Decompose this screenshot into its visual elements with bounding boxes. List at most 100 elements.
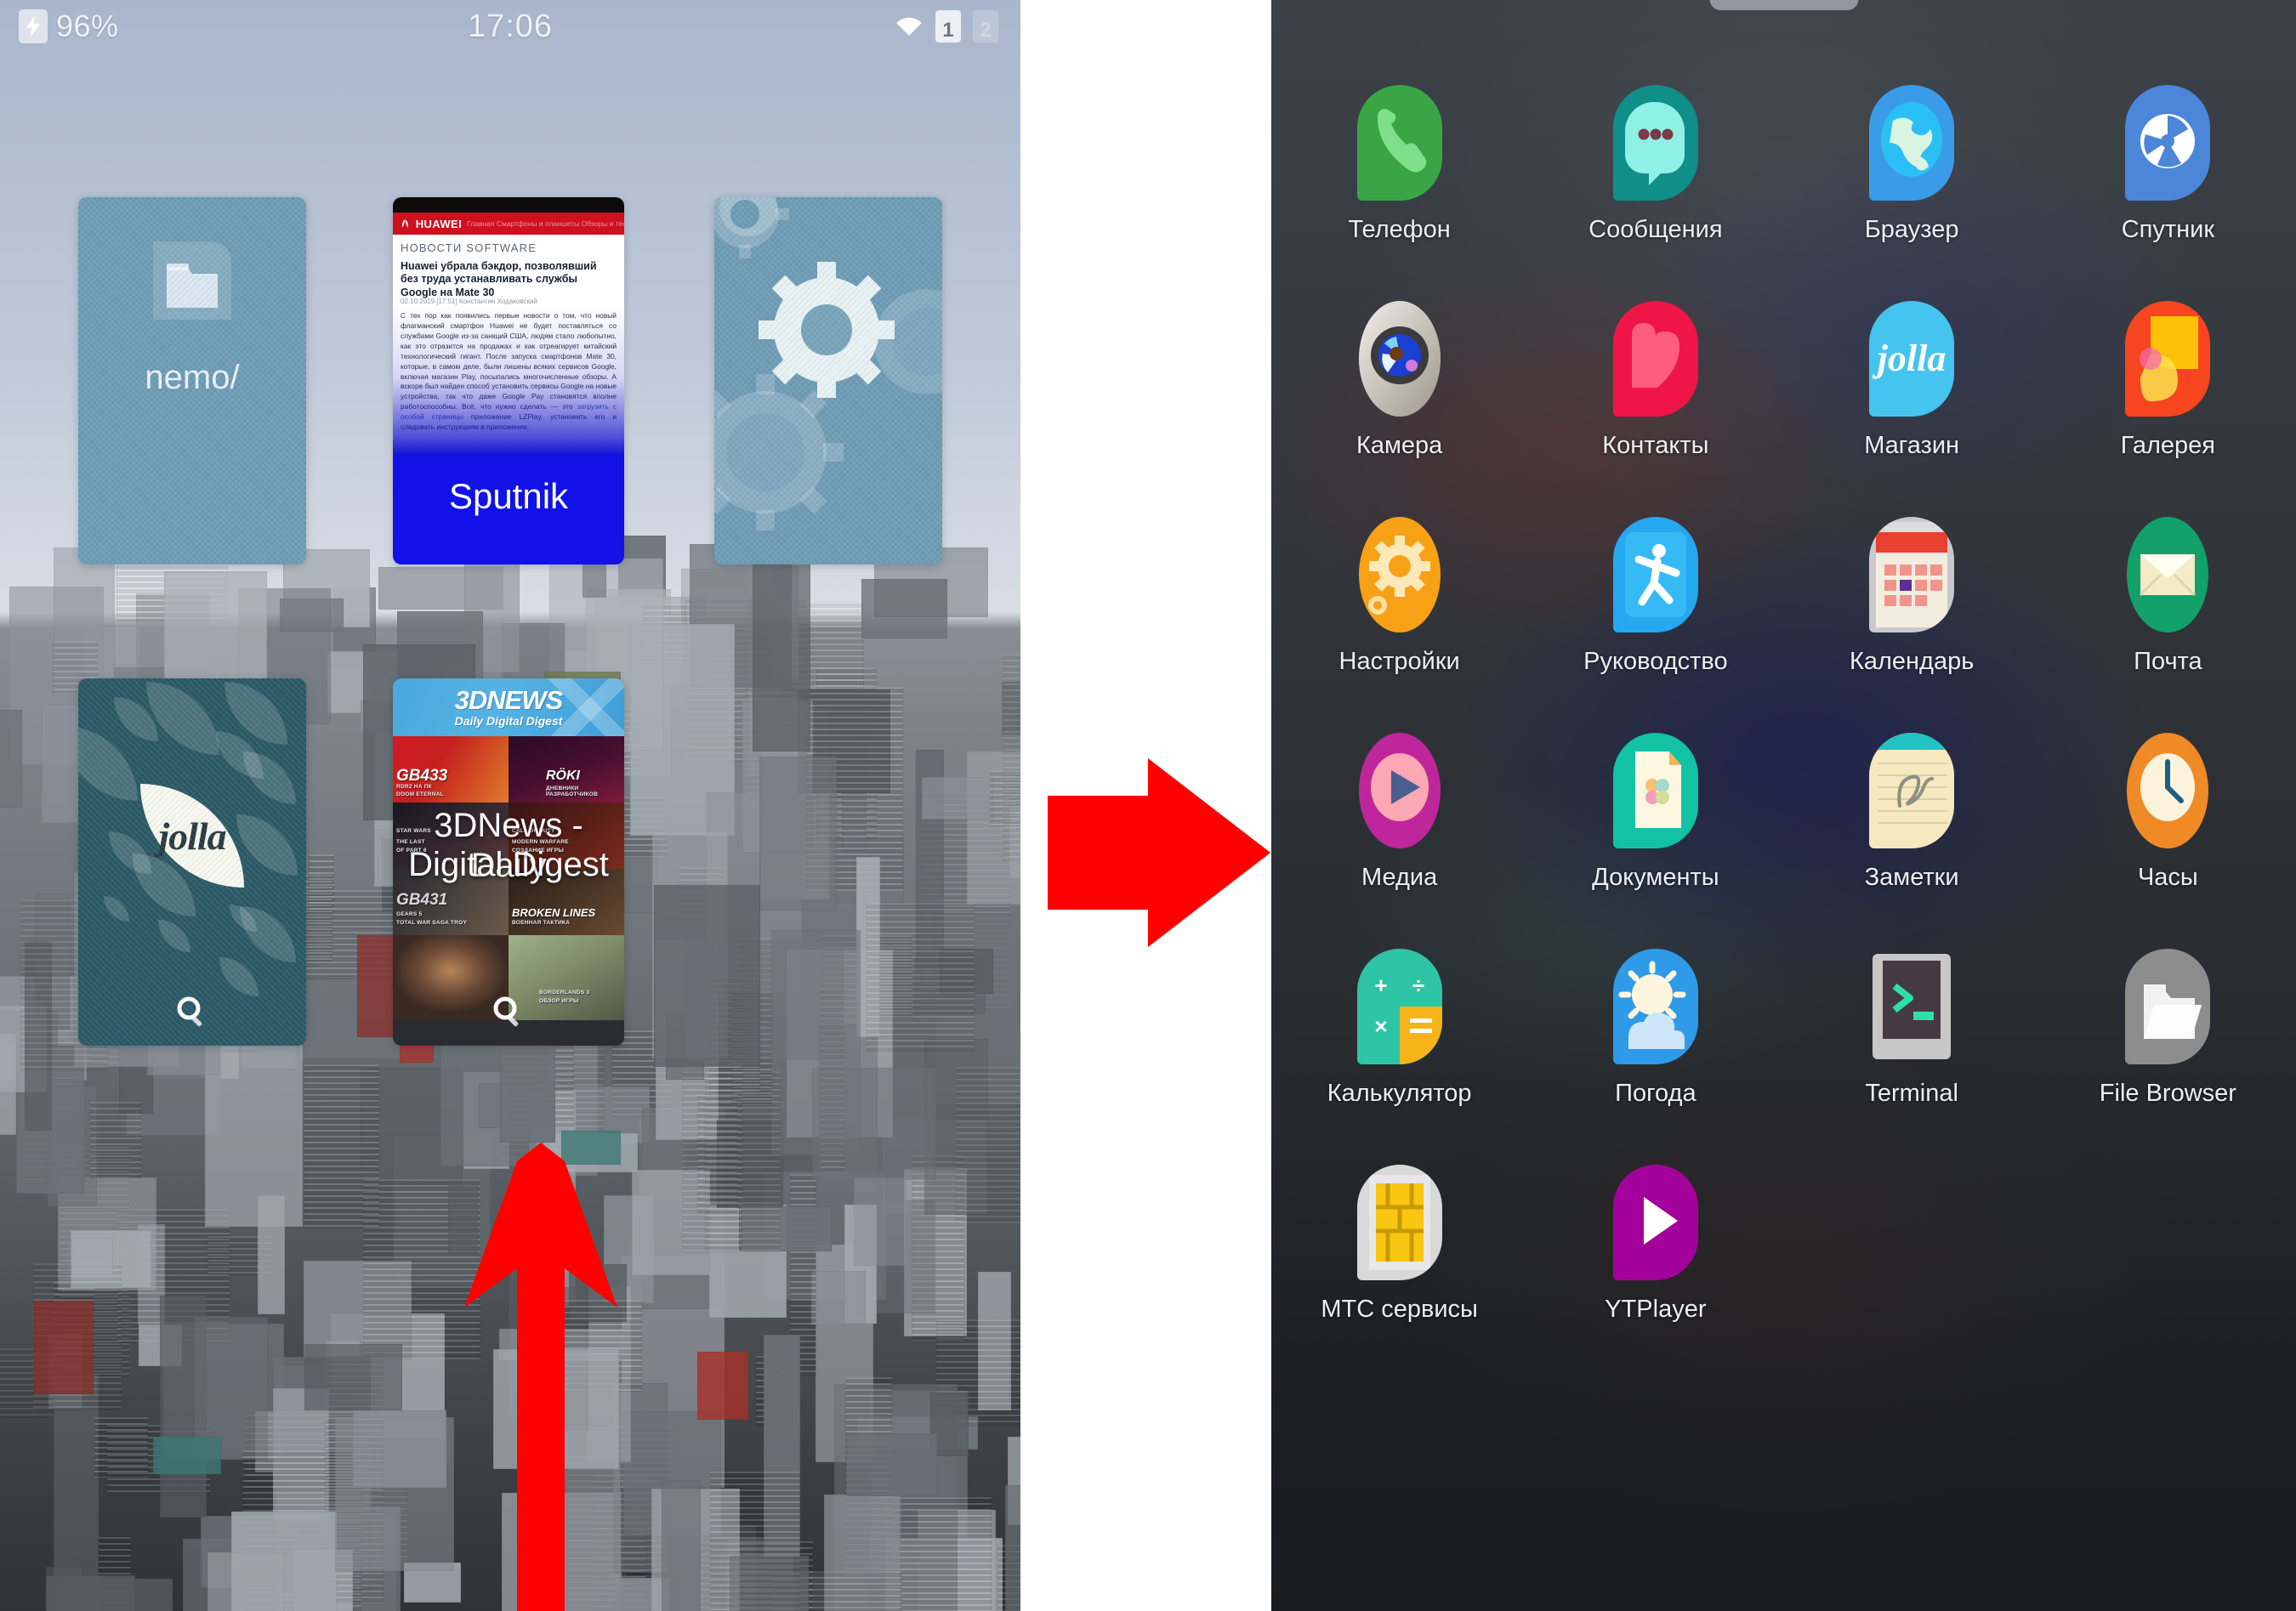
app-icon-sim-card[interactable]: МТС сервисы [1271,1161,1527,1324]
building-signage [34,1301,94,1394]
app-label: Браузер [1864,216,1959,243]
app-grid: Телефон Сообщения Браузер Спутник Камера [1271,82,2296,1324]
building-block [334,1417,455,1572]
app-icon-gear[interactable]: Настройки [1271,513,1527,676]
building-block [304,1343,402,1410]
wifi-icon [896,17,922,36]
app-icon-play-circle[interactable]: Медиа [1271,729,1527,892]
app-icon-sun-cloud[interactable]: Погода [1527,945,1783,1108]
play-triangle-icon [1612,1165,1698,1280]
app-label: File Browser [2099,1080,2236,1107]
app-icon-play-triangle[interactable]: YTPlayer [1527,1161,1783,1324]
gear-icon [1358,517,1441,632]
app-icon-running-person[interactable]: Руководство [1527,513,1783,676]
terminal-prompt-icon [1873,954,1952,1059]
app-icon-heart[interactable]: Контакты [1527,298,1783,460]
building-block [46,1574,135,1611]
sputnik-browser-cover[interactable]: HUAWEI Главная Смартфоны и планшеты Обзо… [393,197,624,564]
app-icon-folder-open[interactable]: File Browser [2040,945,2296,1108]
gallery-leaf-icon [2125,301,2211,417]
app-label: Погода [1615,1080,1696,1107]
building-block [752,545,810,752]
cover-label: nemo/ [145,359,240,396]
app-icon-art [1605,1161,1706,1284]
app-label: Магазин [1864,432,1960,459]
file-manager-cover[interactable]: nemo/ [78,197,306,564]
app-label: Почта [2134,648,2202,675]
app-icon-art [1861,82,1962,204]
building-block [48,1085,97,1207]
app-icon-envelope[interactable]: Почта [2040,513,2296,676]
building-block [94,1417,149,1478]
app-icon-phone-handset[interactable]: Телефон [1271,82,1527,244]
pull-down-handle[interactable] [1709,0,1858,10]
svg-text:jolla: jolla [1873,338,1946,379]
app-icon-calendar[interactable]: Календарь [1784,513,2040,676]
settings-cover[interactable] [714,197,942,564]
app-label: Календарь [1849,648,1975,675]
app-icon-art [1605,729,1706,852]
app-icon-jolla-store[interactable]: jolla Магазин [1784,298,2040,460]
app-icon-chat-bubble[interactable]: Сообщения [1527,82,1783,244]
app-label: Галерея [2120,432,2215,459]
app-icon-art [1861,513,1962,636]
app-label: Документы [1592,864,1719,891]
sputnik-logo-icon [2125,85,2211,201]
folder-icon [153,241,231,320]
gears-icon [714,197,942,530]
building-block [989,770,1020,826]
app-icon-camera-lens[interactable]: Камера [1271,298,1527,460]
cover-fade-overlay [393,304,624,457]
building-block [90,1102,142,1181]
app-icon-art [1605,513,1706,636]
app-icon-document[interactable]: Документы [1527,729,1783,892]
app-label: Калькулятор [1327,1080,1472,1107]
cover-label-line2: Digital Digest [408,846,609,883]
app-icon-art [1861,729,1962,852]
app-label: Заметки [1864,864,1959,891]
app-icon-calculator[interactable]: + ÷ × Калькулятор [1271,945,1527,1108]
building-block [71,1238,114,1275]
news-tile: RÖKI ДНЕВНИКИ РАЗРАБОТЧИКОВ [509,736,624,803]
app-label: Телефон [1348,216,1451,243]
article-kicker: НОВОСТИ SOFTWARE [401,241,537,254]
building-block [258,1195,286,1314]
3dnews-cover[interactable]: 3DNEWS Daily Digital Digest GB433 RDR2 Н… [393,678,624,1046]
building-block [661,1479,702,1611]
app-label: Сообщения [1588,216,1723,243]
camera-lens-icon [1358,301,1441,417]
app-icon-clock[interactable]: Часы [2040,729,2296,892]
app-icon-terminal-prompt[interactable]: Terminal [1784,945,2040,1108]
app-label: Спутник [2121,216,2215,243]
app-icon-art [1350,729,1450,852]
app-icon-art: jolla [1861,298,1962,420]
globe-icon [1869,85,1955,201]
building-block [810,1271,866,1325]
left-phone-screen: 96% 17:06 1 2 nemo/ HUAWEI Главная Смарт… [0,0,1020,1611]
app-icon-art [2117,729,2218,852]
jolla-logo-text: jolla [158,814,226,858]
app-icon-globe[interactable]: Браузер [1784,82,2040,244]
notepad-icon [1869,733,1955,848]
jolla-store-cover[interactable]: jolla [78,678,306,1046]
masthead-subtitle: Daily Digital Digest [454,714,563,728]
document-icon [1612,733,1698,848]
app-label: Руководство [1583,648,1728,675]
svg-text:+: + [1374,973,1387,998]
app-icon-notepad[interactable]: Заметки [1784,729,2040,892]
building-block [0,710,22,808]
site-header: HUAWEI Главная Смартфоны и планшеты Обзо… [393,213,624,235]
sim-card-icon [1356,1165,1442,1280]
app-icon-sputnik-logo[interactable]: Спутник [2040,82,2296,244]
app-label: Контакты [1602,432,1709,459]
running-person-icon [1612,517,1698,632]
search-icon[interactable] [491,995,526,1030]
app-label: МТС сервисы [1321,1296,1478,1323]
svg-text:×: × [1374,1013,1387,1039]
envelope-icon [2127,517,2209,632]
jolla-store-icon: jolla [1869,301,1955,417]
app-icon-art [2117,945,2218,1068]
app-icon-gallery-leaf[interactable]: Галерея [2040,298,2296,460]
breadcrumb: Главная Смартфоны и планшеты Обзоры и те… [467,219,624,228]
search-icon[interactable] [174,995,210,1030]
